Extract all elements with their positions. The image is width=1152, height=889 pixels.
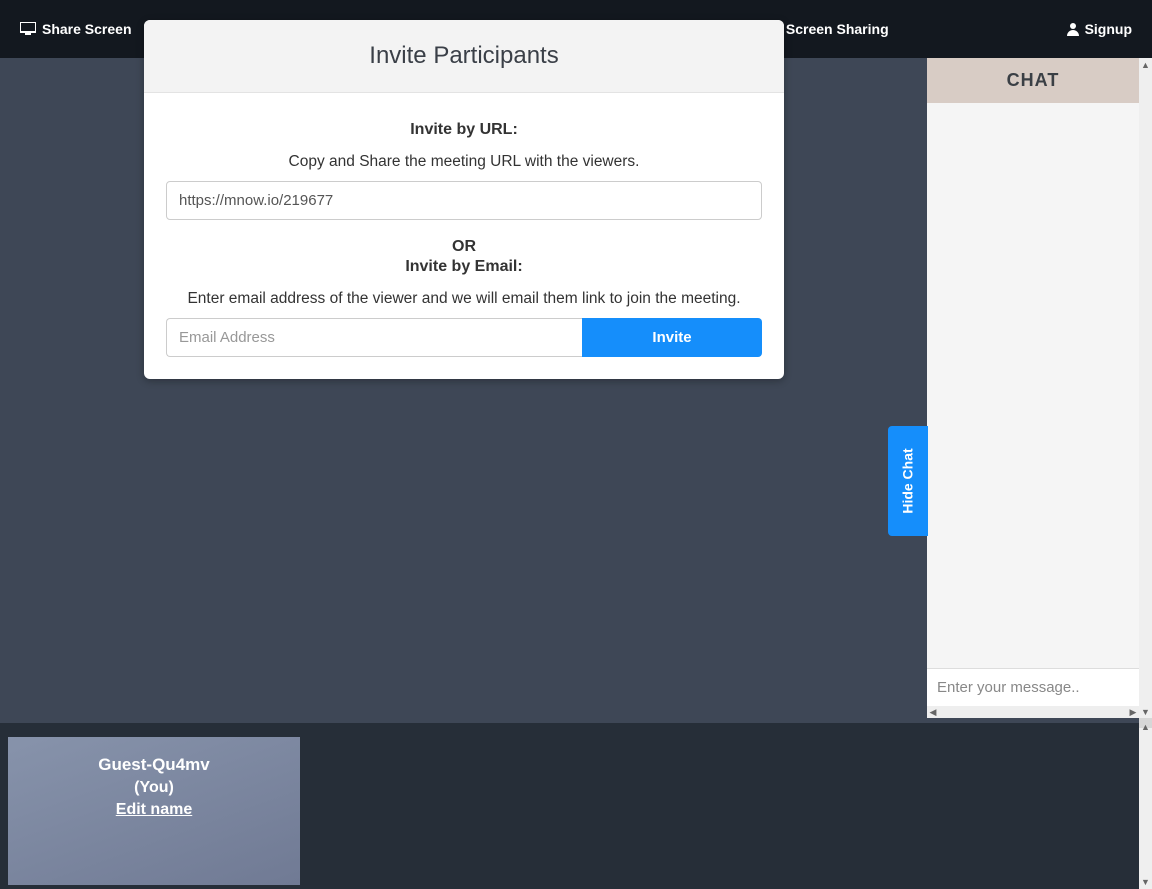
email-description: Enter email address of the viewer and we…	[166, 290, 762, 308]
invite-button[interactable]: Invite	[582, 318, 762, 357]
scroll-left-icon: ◀	[927, 706, 939, 718]
email-field[interactable]	[166, 318, 582, 357]
signup-label: Signup	[1085, 21, 1132, 37]
scroll-right-icon: ▶	[1127, 706, 1139, 718]
participant-tile: Guest-Qu4mv (You) Edit name	[8, 737, 300, 885]
scroll-down-icon-2: ▼	[1139, 875, 1152, 889]
scroll-up-icon-2: ▲	[1139, 720, 1152, 734]
chat-body	[927, 103, 1139, 668]
invite-card-header: Invite Participants	[144, 20, 784, 93]
invite-card-body: Invite by URL: Copy and Share the meetin…	[144, 93, 784, 379]
chat-horizontal-scrollbar[interactable]: ◀ ▶	[927, 706, 1139, 718]
participant-name: Guest-Qu4mv	[8, 755, 300, 775]
invite-card-title: Invite Participants	[164, 42, 764, 70]
email-input-group: Invite	[166, 318, 762, 357]
vertical-scrollbar[interactable]: ▲ ▼ ▲ ▼	[1139, 58, 1152, 889]
url-description: Copy and Share the meeting URL with the …	[166, 153, 762, 171]
scroll-down-icon: ▼	[1139, 705, 1152, 719]
monitor-icon	[20, 22, 36, 36]
chat-panel: CHAT ◀ ▶	[927, 58, 1139, 718]
invite-by-url-heading: Invite by URL:	[166, 121, 762, 139]
hide-chat-label: Hide Chat	[900, 448, 916, 513]
share-screen-label: Share Screen	[42, 21, 132, 37]
invite-by-email-heading: Invite by Email:	[166, 258, 762, 276]
chat-input-wrap	[927, 668, 1139, 706]
user-icon	[1067, 22, 1079, 36]
participant-you-label: (You)	[8, 779, 300, 797]
signup-button[interactable]: Signup	[1067, 21, 1132, 37]
chat-input[interactable]	[927, 669, 1139, 706]
share-screen-button[interactable]: Share Screen	[20, 21, 132, 37]
meeting-url-input[interactable]	[166, 181, 762, 220]
invite-card: Invite Participants Invite by URL: Copy …	[144, 20, 784, 379]
chat-header: CHAT	[927, 58, 1139, 103]
hide-chat-tab[interactable]: Hide Chat	[888, 426, 928, 536]
edit-name-link[interactable]: Edit name	[116, 801, 192, 819]
scroll-up-icon: ▲	[1139, 58, 1152, 72]
or-separator: OR	[166, 238, 762, 256]
participants-strip: Guest-Qu4mv (You) Edit name	[0, 723, 1139, 889]
